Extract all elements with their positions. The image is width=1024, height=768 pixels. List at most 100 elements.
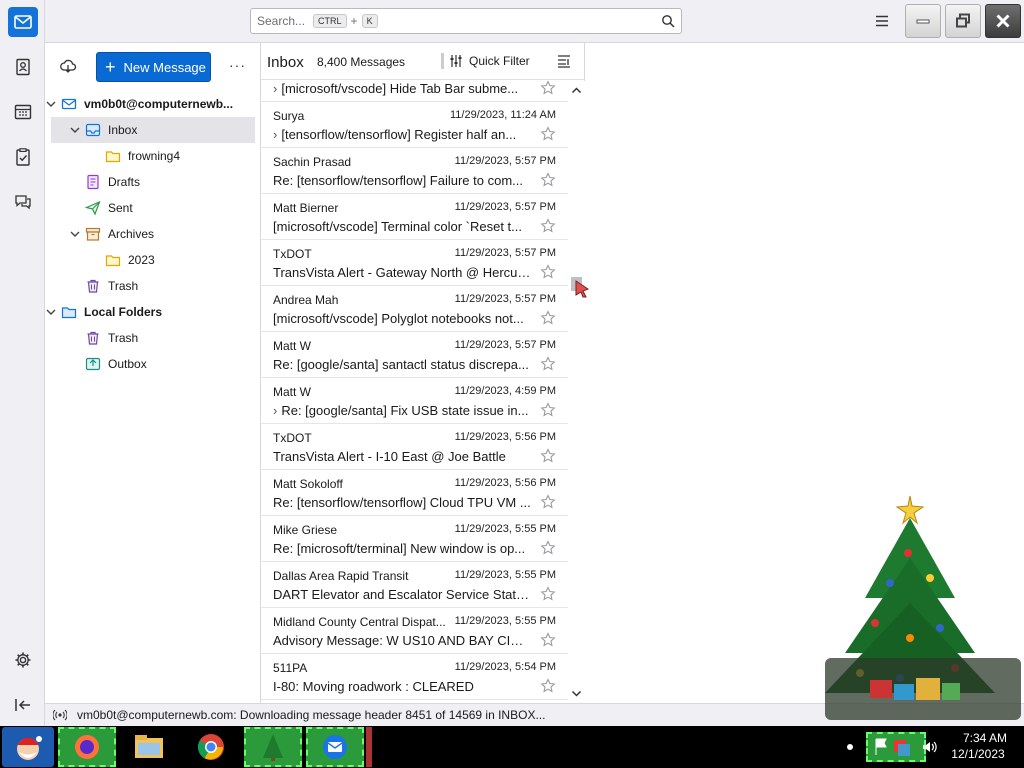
message-row[interactable]: TxDOT 11/29/2023, 5:57 PM TransVista Alert…	[261, 240, 568, 286]
star-icon[interactable]	[540, 448, 556, 464]
quick-filter-button[interactable]: Quick Filter	[449, 54, 530, 68]
message-subject-line: TransVista Alert - Gateway North @ Hercu…	[273, 265, 531, 280]
app-menu-icon[interactable]	[873, 12, 891, 30]
tray-icons-group[interactable]	[866, 732, 926, 762]
tasks-space-button[interactable]	[8, 142, 38, 172]
thread-chevron-icon[interactable]: ›	[273, 81, 277, 96]
close-button[interactable]	[985, 4, 1021, 38]
tray-dot-icon[interactable]	[847, 744, 853, 750]
star-icon[interactable]	[540, 678, 556, 694]
online-status-icon[interactable]	[53, 708, 67, 722]
folder-twisty[interactable]	[45, 306, 57, 318]
message-row[interactable]: Surya 11/29/2023, 11:24 AM › [tensorflow/te…	[261, 102, 568, 148]
show-desktop-strip[interactable]	[366, 727, 372, 767]
thread-chevron-icon[interactable]: ›	[273, 403, 277, 418]
folder-row-archives[interactable]: Archives	[51, 221, 255, 247]
get-messages-icon[interactable]	[59, 57, 77, 75]
message-date: 11/29/2023, 5:57 PM	[454, 293, 556, 305]
message-subject-line: Re: [tensorflow/tensorflow] Cloud TPU VM…	[273, 495, 531, 510]
message-row[interactable]: Matt W 11/29/2023, 5:57 PM Re: [google/san…	[261, 332, 568, 378]
mail-space-button[interactable]	[8, 7, 38, 37]
clock-date[interactable]: 12/1/2023	[946, 747, 1010, 761]
folder-row-trash[interactable]: Trash	[51, 273, 255, 299]
message-row[interactable]: Dallas Area Rapid Transit 11/29/2023, 5:5…	[261, 562, 568, 608]
message-subject: Re: [microsoft/terminal] New window is o…	[273, 541, 526, 556]
minimize-button[interactable]	[905, 4, 941, 38]
star-icon[interactable]	[540, 81, 556, 96]
chevron-down-icon[interactable]	[45, 306, 57, 318]
message-row[interactable]: Andrea Mah 11/29/2023, 5:57 PM [microsoft/…	[261, 286, 568, 332]
message-list-header: Inbox 8,400 Messages Quick Filter	[261, 43, 585, 80]
mail-icon	[14, 15, 32, 29]
volume-icon[interactable]	[920, 738, 938, 756]
folder-twisty[interactable]	[45, 98, 57, 110]
chevron-down-icon[interactable]	[69, 124, 81, 136]
account-icon	[61, 96, 84, 112]
star-icon[interactable]	[540, 264, 556, 280]
calendar-space-button[interactable]	[8, 97, 38, 127]
clock-time[interactable]: 7:34 AM	[958, 731, 1012, 745]
collapse-spaces-button[interactable]	[8, 690, 38, 720]
chat-space-button[interactable]	[8, 187, 38, 217]
mouse-cursor	[575, 280, 589, 298]
message-row[interactable]: TxDOT 11/29/2023, 5:56 PM TransVista Alert…	[261, 424, 568, 470]
address-book-space-button[interactable]	[8, 52, 38, 82]
message-sender: 511PA	[273, 661, 308, 675]
minimize-icon	[916, 19, 930, 24]
folder-row-trash[interactable]: Trash	[51, 325, 255, 351]
thread-chevron-icon[interactable]: ›	[273, 127, 277, 142]
taskbar-tree-app[interactable]	[244, 727, 302, 767]
star-icon[interactable]	[540, 218, 556, 234]
message-row[interactable]: 511PA 11/29/2023, 5:54 PM I-80: Moving roa…	[261, 654, 568, 700]
global-search-input[interactable]: Search... CTRL + K	[250, 8, 682, 34]
taskbar-file-explorer[interactable]	[120, 727, 178, 767]
settings-button[interactable]	[8, 645, 38, 675]
folder-row-vm0b0t-computernewb[interactable]: vm0b0t@computernewb...	[46, 91, 255, 117]
folder-row-local-folders[interactable]: Local Folders	[46, 299, 255, 325]
display-options-icon[interactable]	[556, 53, 572, 69]
star-icon[interactable]	[540, 632, 556, 648]
message-row[interactable]: › [microsoft/vscode] Hide Tab Bar subme..…	[261, 81, 568, 102]
message-row[interactable]: Matt Sokoloff 11/29/2023, 5:56 PM Re: [ten…	[261, 470, 568, 516]
folder-row-sent[interactable]: Sent	[51, 195, 255, 221]
message-row[interactable]: Sachin Prasad 11/29/2023, 5:57 PM Re: [ten…	[261, 148, 568, 194]
message-row[interactable]: Midland County Central Dispat... 11/29/20…	[261, 608, 568, 654]
folder-row-outbox[interactable]: Outbox	[51, 351, 255, 377]
star-icon[interactable]	[540, 402, 556, 418]
star-icon[interactable]	[540, 586, 556, 602]
folder-pane: + New Message ··· vm0b0t@computernewb...…	[45, 43, 261, 703]
chevron-down-icon[interactable]	[45, 98, 57, 110]
message-row[interactable]: Mike Griese 11/29/2023, 5:55 PM Re: [micro…	[261, 516, 568, 562]
folder-row-inbox[interactable]: Inbox	[51, 117, 255, 143]
folder-twisty[interactable]	[69, 124, 81, 136]
folder-twisty[interactable]	[69, 228, 81, 240]
folder-label: Drafts	[108, 175, 141, 189]
star-icon[interactable]	[540, 310, 556, 326]
taskbar-firefox[interactable]	[58, 727, 116, 767]
folder-icon	[105, 252, 128, 268]
taskbar-thunderbird[interactable]	[306, 727, 364, 767]
scroll-up-icon[interactable]	[571, 85, 582, 96]
folder-row-frowning4[interactable]: frowning4	[51, 143, 255, 169]
folder-row-2023[interactable]: 2023	[51, 247, 255, 273]
message-list-scrollbar[interactable]	[568, 81, 585, 703]
star-icon[interactable]	[540, 172, 556, 188]
message-row[interactable]: Matt W 11/29/2023, 4:59 PM › Re: [google/sa…	[261, 378, 568, 424]
start-button[interactable]	[2, 727, 54, 767]
chevron-down-icon[interactable]	[69, 228, 81, 240]
star-icon[interactable]	[540, 126, 556, 142]
scroll-down-icon[interactable]	[571, 688, 582, 699]
star-icon[interactable]	[540, 494, 556, 510]
trash-icon	[85, 278, 108, 294]
new-message-button[interactable]: + New Message	[96, 52, 211, 82]
folder-row-drafts[interactable]: Drafts	[51, 169, 255, 195]
star-icon[interactable]	[540, 540, 556, 556]
taskbar: 7:34 AM 12/1/2023	[0, 726, 1024, 768]
star-icon[interactable]	[540, 356, 556, 372]
taskbar-chrome[interactable]	[182, 727, 240, 767]
folder-pane-more-button[interactable]: ···	[229, 57, 246, 73]
message-row[interactable]: Matt Bierner 11/29/2023, 5:57 PM [microsof…	[261, 194, 568, 240]
restore-button[interactable]	[945, 4, 981, 38]
message-date: 11/29/2023, 5:57 PM	[454, 247, 556, 259]
shortcut-plus: +	[350, 14, 358, 28]
